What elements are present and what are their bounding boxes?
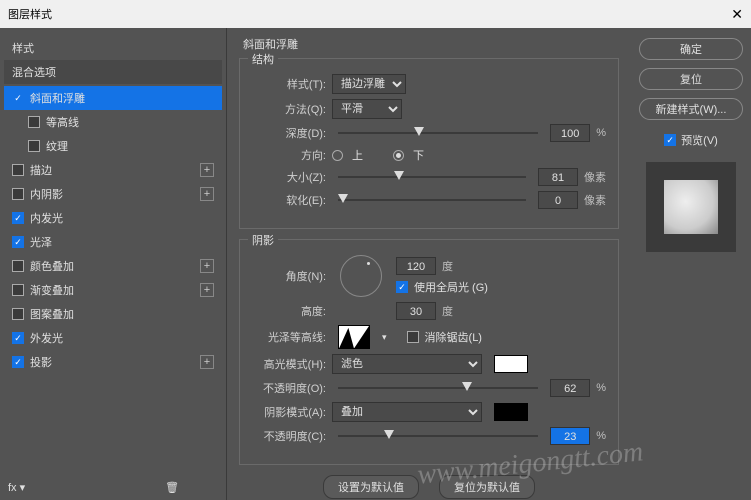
style-checkbox[interactable]	[12, 356, 24, 368]
style-checkbox[interactable]	[12, 188, 24, 200]
style-label: 投影	[30, 354, 52, 370]
add-instance-icon[interactable]: +	[200, 163, 214, 177]
style-item-6[interactable]: 光泽	[4, 230, 222, 254]
style-item-2[interactable]: 纹理	[4, 134, 222, 158]
size-input[interactable]: 81	[538, 168, 578, 186]
dir-down-radio[interactable]	[393, 150, 404, 161]
depth-input[interactable]: 100	[550, 124, 590, 142]
style-checkbox[interactable]	[28, 140, 40, 152]
add-instance-icon[interactable]: +	[200, 355, 214, 369]
styles-header[interactable]: 样式	[4, 36, 222, 60]
soften-slider[interactable]	[338, 193, 526, 207]
size-slider[interactable]	[338, 170, 526, 184]
highlight-opacity-input[interactable]: 62	[550, 379, 590, 397]
global-light-checkbox[interactable]	[396, 281, 408, 293]
reset-default-button[interactable]: 复位为默认值	[439, 475, 535, 499]
style-label: 内发光	[30, 210, 63, 226]
depth-slider[interactable]	[338, 126, 538, 140]
style-checkbox[interactable]	[12, 284, 24, 296]
style-checkbox[interactable]	[28, 116, 40, 128]
style-label: 渐变叠加	[30, 282, 74, 298]
style-select[interactable]: 描边浮雕	[332, 74, 406, 94]
style-item-4[interactable]: 内阴影 +	[4, 182, 222, 206]
highlight-opacity-slider[interactable]	[338, 381, 538, 395]
add-instance-icon[interactable]: +	[200, 283, 214, 297]
style-label: 斜面和浮雕	[30, 90, 85, 106]
structure-group: 结构 样式(T): 描边浮雕 方法(Q): 平滑 深度(D): 100 % 方向…	[239, 58, 619, 229]
style-item-10[interactable]: 外发光	[4, 326, 222, 350]
style-label: 光泽	[30, 234, 52, 250]
style-label: 纹理	[46, 138, 68, 154]
style-label: 图案叠加	[30, 306, 74, 322]
ok-button[interactable]: 确定	[639, 38, 743, 60]
cancel-button[interactable]: 复位	[639, 68, 743, 90]
style-item-9[interactable]: 图案叠加	[4, 302, 222, 326]
shadow-opacity-slider[interactable]	[338, 429, 538, 443]
style-checkbox[interactable]	[12, 212, 24, 224]
style-checkbox[interactable]	[12, 92, 24, 104]
style-item-5[interactable]: 内发光	[4, 206, 222, 230]
fx-menu[interactable]: fx ▾	[8, 481, 25, 494]
preview-checkbox[interactable]	[664, 134, 676, 146]
trash-icon[interactable]: 🗑	[165, 481, 179, 494]
style-label: 内阴影	[30, 186, 63, 202]
preview-thumbnail	[646, 162, 736, 252]
add-instance-icon[interactable]: +	[200, 187, 214, 201]
style-checkbox[interactable]	[12, 236, 24, 248]
style-item-1[interactable]: 等高线	[4, 110, 222, 134]
antialias-checkbox[interactable]	[407, 331, 419, 343]
style-item-0[interactable]: 斜面和浮雕	[4, 86, 222, 110]
section-title: 斜面和浮雕	[239, 36, 619, 52]
style-checkbox[interactable]	[12, 164, 24, 176]
style-checkbox[interactable]	[12, 308, 24, 320]
style-item-8[interactable]: 渐变叠加 +	[4, 278, 222, 302]
close-icon[interactable]: ✕	[731, 6, 743, 23]
styles-panel: 样式 混合选项 斜面和浮雕等高线纹理描边 + 内阴影 + 内发光光泽颜色叠加 + 渐变叠加 +…	[0, 28, 227, 500]
titlebar: 图层样式 ✕	[0, 0, 751, 28]
blend-options[interactable]: 混合选项	[4, 60, 222, 84]
action-panel: 确定 复位 新建样式(W)... 预览(V)	[631, 28, 751, 500]
angle-dial[interactable]	[340, 255, 382, 297]
shadow-color[interactable]	[494, 403, 528, 421]
style-checkbox[interactable]	[12, 332, 24, 344]
style-item-7[interactable]: 颜色叠加 +	[4, 254, 222, 278]
style-label: 颜色叠加	[30, 258, 74, 274]
style-label: 等高线	[46, 114, 79, 130]
angle-input[interactable]: 120	[396, 257, 436, 275]
shadow-mode-select[interactable]: 叠加	[332, 402, 482, 422]
highlight-color[interactable]	[494, 355, 528, 373]
dir-up-radio[interactable]	[332, 150, 343, 161]
add-instance-icon[interactable]: +	[200, 259, 214, 273]
style-item-11[interactable]: 投影 +	[4, 350, 222, 374]
technique-select[interactable]: 平滑	[332, 99, 402, 119]
style-label: 外发光	[30, 330, 63, 346]
window-title: 图层样式	[8, 6, 52, 22]
highlight-mode-select[interactable]: 滤色	[332, 354, 482, 374]
style-item-3[interactable]: 描边 +	[4, 158, 222, 182]
shading-group: 阴影 角度(N): 120 度 使用全局光 (G) 高度:	[239, 239, 619, 465]
style-checkbox[interactable]	[12, 260, 24, 272]
make-default-button[interactable]: 设置为默认值	[323, 475, 419, 499]
style-label: 描边	[30, 162, 52, 178]
new-style-button[interactable]: 新建样式(W)...	[639, 98, 743, 120]
shadow-opacity-input[interactable]: 23	[550, 427, 590, 445]
settings-panel: 斜面和浮雕 结构 样式(T): 描边浮雕 方法(Q): 平滑 深度(D): 10…	[227, 28, 631, 500]
soften-input[interactable]: 0	[538, 191, 578, 209]
altitude-input[interactable]: 30	[396, 302, 436, 320]
gloss-contour[interactable]	[338, 325, 370, 349]
